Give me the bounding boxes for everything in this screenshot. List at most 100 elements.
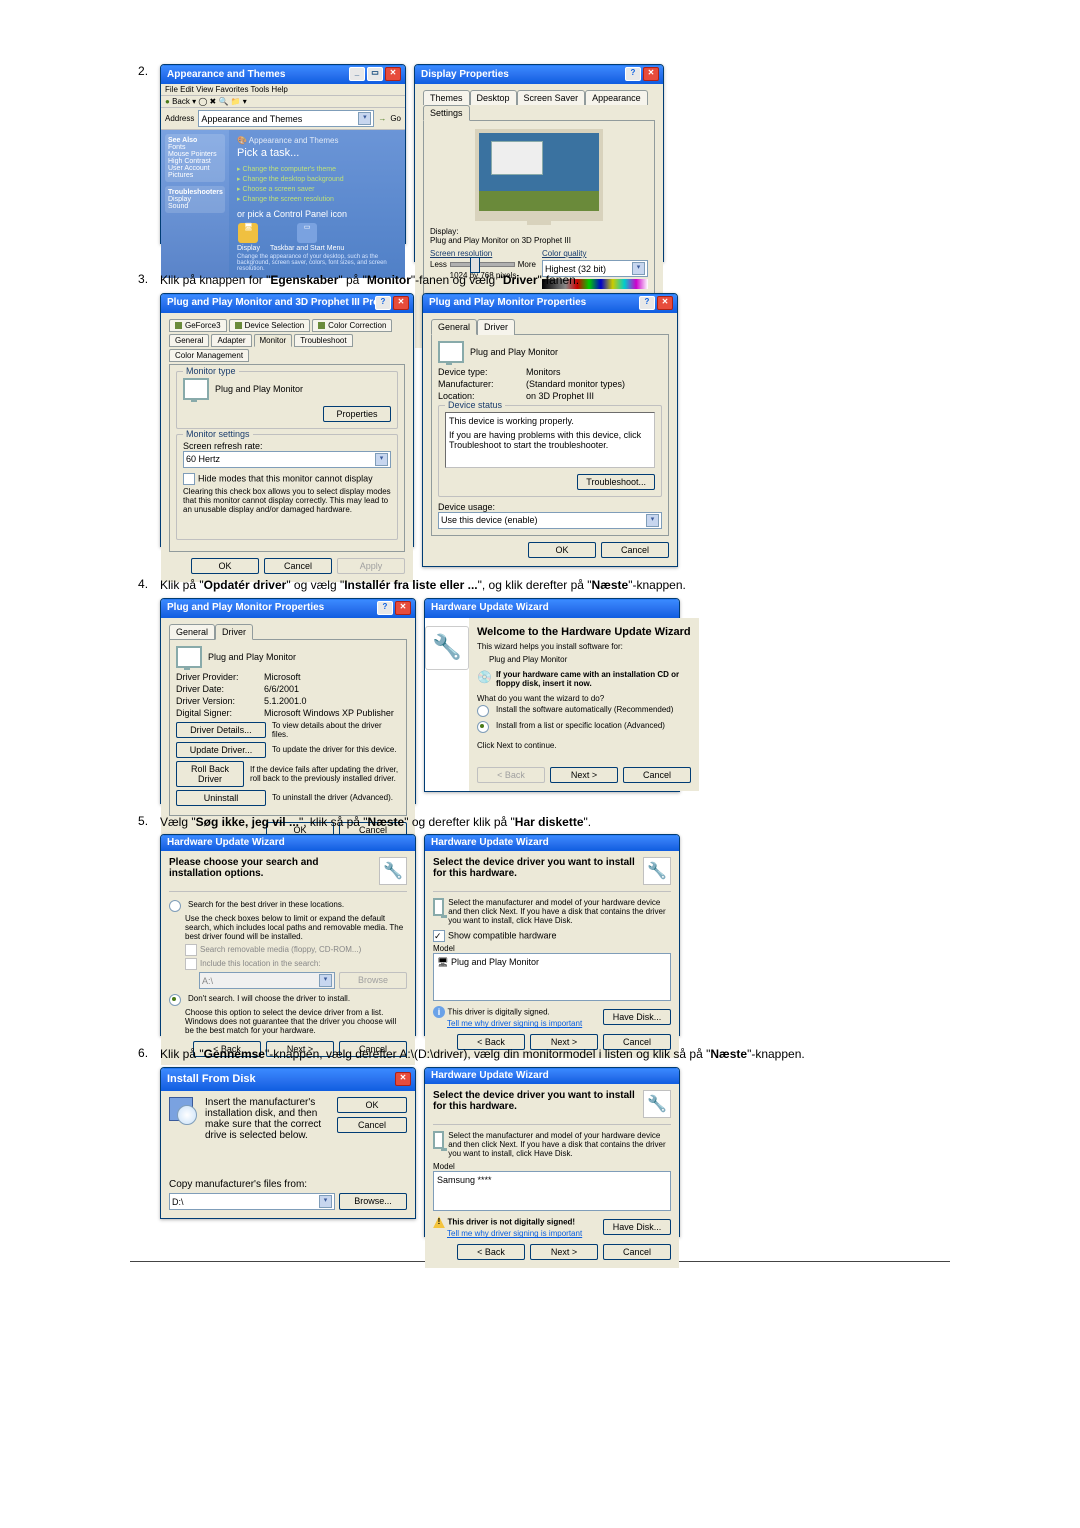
- wizard-icon: 🔧: [643, 1090, 671, 1118]
- tellme-link[interactable]: Tell me why driver signing is important: [447, 1019, 582, 1028]
- cancel-button[interactable]: Cancel: [623, 767, 691, 783]
- auto-install-radio[interactable]: [477, 705, 489, 717]
- tab-driver[interactable]: Driver: [477, 319, 515, 335]
- refresh-select[interactable]: 60 Hertz▾: [183, 451, 391, 468]
- taskbar-cp-icon[interactable]: ▭Taskbar and Start Menu: [270, 223, 344, 252]
- close-icon[interactable]: ✕: [643, 67, 659, 81]
- display-cp-icon[interactable]: 🖥Display: [237, 223, 260, 252]
- task-item[interactable]: ▸ Change the screen resolution: [237, 195, 397, 203]
- search-best-radio[interactable]: [169, 900, 181, 912]
- step7-text: Klik på "Gennemse"-knappen, vælg derefte…: [160, 1046, 950, 1063]
- window-title: Plug and Play Monitor Properties: [429, 297, 639, 308]
- copy-from-input[interactable]: D:\▾: [169, 1193, 335, 1210]
- next-button[interactable]: Next >: [530, 1244, 598, 1260]
- model-listbox[interactable]: Samsung ****: [433, 1171, 671, 1211]
- browse-button[interactable]: Browse...: [339, 1193, 407, 1210]
- troubleshoot-button[interactable]: Troubleshoot...: [577, 474, 655, 490]
- tab-driver[interactable]: Driver: [215, 624, 253, 640]
- back-button[interactable]: < Back: [457, 1244, 525, 1260]
- tab-general[interactable]: General: [431, 319, 477, 335]
- tab-colorcorr[interactable]: Color Correction: [312, 319, 392, 332]
- show-compat-check[interactable]: ✓: [433, 930, 445, 942]
- tab-desktop[interactable]: Desktop: [470, 90, 517, 105]
- tab-devsel[interactable]: Device Selection: [229, 319, 311, 332]
- tab-monitor[interactable]: Monitor: [254, 334, 293, 347]
- tellme-link[interactable]: Tell me why driver signing is important: [447, 1229, 582, 1238]
- close-icon[interactable]: ✕: [385, 67, 401, 81]
- browse-button: Browse: [339, 972, 407, 989]
- unsigned-warning-icon: [433, 1216, 445, 1228]
- have-disk-button[interactable]: Have Disk...: [603, 1219, 671, 1235]
- task-item[interactable]: ▸ Change the desktop background: [237, 175, 397, 183]
- wizard-select-driver: Hardware Update Wizard Select the device…: [424, 834, 680, 1036]
- close-icon[interactable]: ✕: [657, 296, 673, 310]
- ok-button[interactable]: OK: [528, 542, 596, 558]
- model-listbox[interactable]: 🖥 Plug and Play Monitor: [433, 953, 671, 1001]
- menu-bar[interactable]: File Edit View Favorites Tools Help: [161, 84, 405, 96]
- step6-text: Vælg "Søg ikke, jeg vil ...", klik så på…: [160, 814, 950, 831]
- monitor-type-value: Plug and Play Monitor: [215, 384, 303, 394]
- help-icon[interactable]: ?: [639, 296, 655, 310]
- cd-icon: 💿: [477, 670, 492, 684]
- tab-screensaver[interactable]: Screen Saver: [517, 90, 586, 105]
- install-from-disk-dialog: Install From Disk ✕ Insert the manufactu…: [160, 1067, 416, 1219]
- disk-icon: [169, 1097, 197, 1125]
- properties-button[interactable]: Properties: [323, 406, 391, 422]
- cancel-button[interactable]: Cancel: [603, 1244, 671, 1260]
- maximize-icon[interactable]: ▭: [367, 67, 383, 81]
- back-button: < Back: [477, 767, 545, 783]
- tab-settings[interactable]: Settings: [423, 105, 470, 121]
- tab-general[interactable]: General: [169, 624, 215, 640]
- close-icon[interactable]: ✕: [395, 601, 411, 615]
- tab-general[interactable]: General: [169, 334, 209, 347]
- rollback-driver-button[interactable]: Roll Back Driver: [176, 761, 244, 787]
- minimize-icon[interactable]: _: [349, 67, 365, 81]
- hidemodes-check[interactable]: [183, 473, 195, 485]
- driver-details-button[interactable]: Driver Details...: [176, 722, 266, 738]
- help-icon[interactable]: ?: [375, 296, 391, 310]
- window-title: Display Properties: [421, 69, 625, 80]
- task-item[interactable]: ▸ Change the computer's theme: [237, 165, 397, 173]
- uninstall-button[interactable]: Uninstall: [176, 790, 266, 806]
- hidemodes-desc: Clearing this check box allows you to se…: [183, 487, 391, 514]
- cancel-button[interactable]: Cancel: [264, 558, 332, 574]
- window-title: Install From Disk: [167, 1073, 395, 1085]
- help-icon[interactable]: ?: [377, 601, 393, 615]
- apply-button: Apply: [337, 558, 405, 574]
- nav-toolbar[interactable]: ● Back ▾ ◯ ✖ 🔍 📁 ▾: [161, 96, 405, 108]
- step5-text: Klik på "Opdatér driver" og vælg "Instal…: [160, 577, 950, 594]
- tab-geforce3[interactable]: GeForce3: [169, 319, 227, 332]
- monitor-properties-driver-window: Plug and Play Monitor Properties ?✕ Gene…: [160, 598, 416, 804]
- colorq-label: Color quality: [542, 249, 648, 258]
- next-button[interactable]: Next >: [550, 767, 618, 783]
- monitor-icon: [433, 1131, 444, 1149]
- list-install-radio[interactable]: [477, 721, 489, 733]
- tab-colormgmt[interactable]: Color Management: [169, 349, 249, 362]
- resolution-slider[interactable]: [450, 262, 515, 267]
- address-bar[interactable]: Address Appearance and Themes▾ → Go: [161, 108, 405, 130]
- tab-themes[interactable]: Themes: [423, 90, 470, 105]
- cancel-button[interactable]: Cancel: [601, 542, 669, 558]
- cancel-button[interactable]: Cancel: [337, 1117, 407, 1133]
- have-disk-button[interactable]: Have Disk...: [603, 1009, 671, 1025]
- close-icon[interactable]: ✕: [395, 1072, 411, 1086]
- pick-task-heading: Pick a task...: [237, 147, 397, 159]
- display-label: Display:: [430, 227, 648, 236]
- task-item[interactable]: ▸ Choose a screen saver: [237, 185, 397, 193]
- task-sidebar: See Also Fonts Mouse Pointers High Contr…: [161, 130, 229, 278]
- tab-adapter[interactable]: Adapter: [211, 334, 251, 347]
- tab-troubleshoot[interactable]: Troubleshoot: [294, 334, 352, 347]
- monitor-icon: [438, 341, 464, 363]
- close-icon[interactable]: ✕: [393, 296, 409, 310]
- monitor-icon: [433, 898, 444, 916]
- update-driver-button[interactable]: Update Driver...: [176, 742, 266, 758]
- ok-button[interactable]: OK: [337, 1097, 407, 1113]
- tab-appearance[interactable]: Appearance: [585, 90, 648, 105]
- help-icon[interactable]: ?: [625, 67, 641, 81]
- search-removable-check: [185, 944, 197, 956]
- device-usage-select[interactable]: Use this device (enable)▾: [438, 512, 662, 529]
- ok-button[interactable]: OK: [191, 558, 259, 574]
- window-title: Plug and Play Monitor and 3D Prophet III…: [167, 297, 375, 308]
- dontsearch-radio[interactable]: [169, 994, 181, 1006]
- window-title: Plug and Play Monitor Properties: [167, 602, 377, 613]
